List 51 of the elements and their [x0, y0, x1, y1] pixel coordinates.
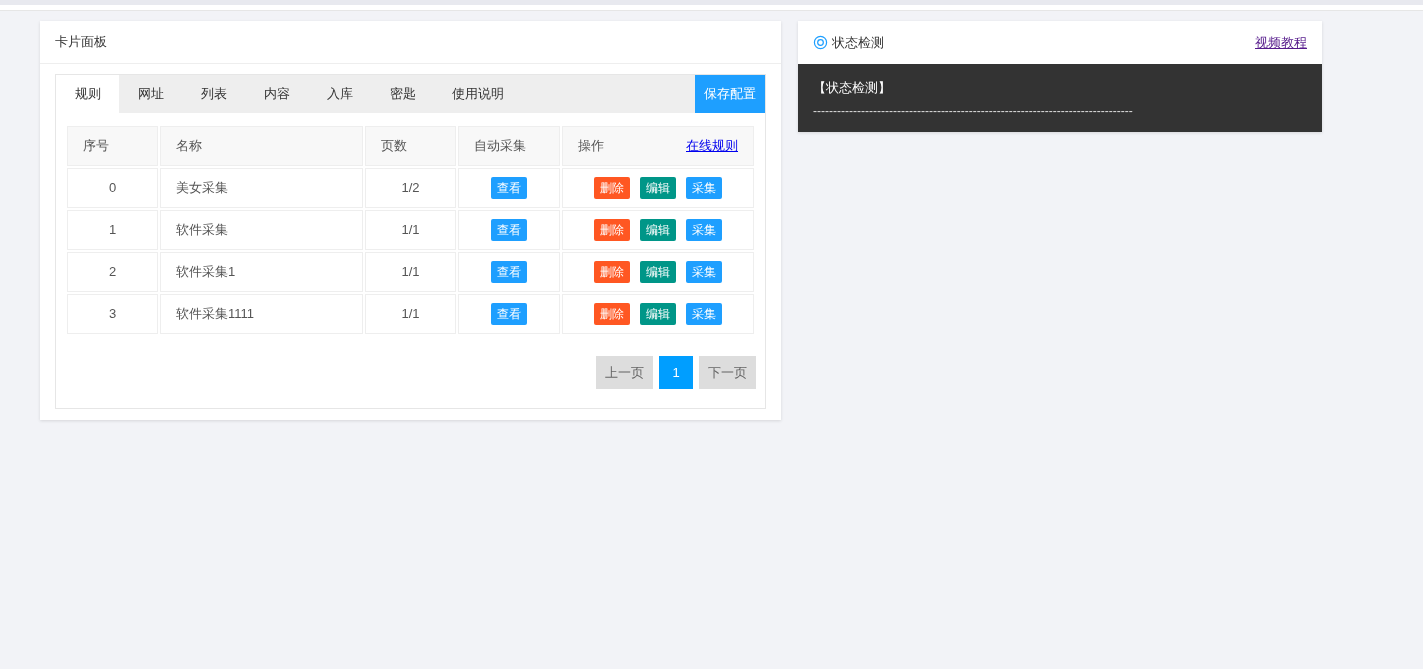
prev-page-button[interactable]: 上一页 [596, 356, 653, 389]
action-button[interactable]: 采集 [686, 177, 722, 199]
console-line: -------------------------------------------------------------------------------- [813, 103, 1134, 120]
view-button[interactable]: 查看 [491, 177, 527, 199]
table-cell: 软件采集1 [160, 252, 363, 292]
table-cell: 1/1 [365, 210, 456, 250]
save-config-button[interactable]: 保存配置 [695, 75, 765, 113]
tab[interactable]: 使用说明 [434, 75, 522, 113]
table-cell: 1/1 [365, 294, 456, 334]
page-number-button[interactable]: 1 [659, 356, 693, 389]
table-cell: 软件采集1111 [160, 294, 363, 334]
action-button[interactable]: 删除 [594, 303, 630, 325]
tab[interactable]: 密匙 [371, 75, 434, 113]
view-button[interactable]: 查看 [491, 261, 527, 283]
video-tutorial-link[interactable]: 视频教程 [1255, 32, 1307, 53]
action-button[interactable]: 删除 [594, 261, 630, 283]
tab[interactable]: 内容 [245, 75, 308, 113]
table-cell: 2 [67, 252, 158, 292]
table-cell: 1/2 [365, 168, 456, 208]
action-button[interactable]: 编辑 [640, 303, 676, 325]
console-heading: 【状态检测】 [813, 79, 892, 96]
table-header-cell: 名称 [160, 126, 363, 166]
panel-title: 状态检测 [832, 33, 884, 52]
action-button[interactable]: 编辑 [640, 261, 676, 283]
column-label: 操作 [578, 137, 604, 156]
next-page-button[interactable]: 下一页 [699, 356, 756, 389]
table-cell: 3 [67, 294, 158, 334]
action-button[interactable]: 采集 [686, 261, 722, 283]
table-cell: 软件采集 [160, 210, 363, 250]
card-title: 卡片面板 [55, 33, 107, 52]
table-cell: 1 [67, 210, 158, 250]
action-button[interactable]: 删除 [594, 177, 630, 199]
action-button[interactable]: 编辑 [640, 177, 676, 199]
table-cell: 1/1 [365, 252, 456, 292]
table-header-cell: 页数 [365, 126, 456, 166]
action-button[interactable]: 删除 [594, 219, 630, 241]
tab[interactable]: 入库 [308, 75, 371, 113]
action-button[interactable]: 编辑 [640, 219, 676, 241]
tab[interactable]: 列表 [182, 75, 245, 113]
view-button[interactable]: 查看 [491, 219, 527, 241]
table-cell: 美女采集 [160, 168, 363, 208]
tab[interactable]: 规则 [56, 75, 119, 113]
action-button[interactable]: 采集 [686, 303, 722, 325]
online-rules-link[interactable]: 在线规则 [686, 136, 738, 156]
table-header-cell: 自动采集 [458, 126, 560, 166]
table-header-cell: 序号 [67, 126, 158, 166]
tab[interactable]: 网址 [119, 75, 182, 113]
view-button[interactable]: 查看 [491, 303, 527, 325]
target-circle-icon [813, 35, 828, 50]
action-button[interactable]: 采集 [686, 219, 722, 241]
table-cell: 0 [67, 168, 158, 208]
